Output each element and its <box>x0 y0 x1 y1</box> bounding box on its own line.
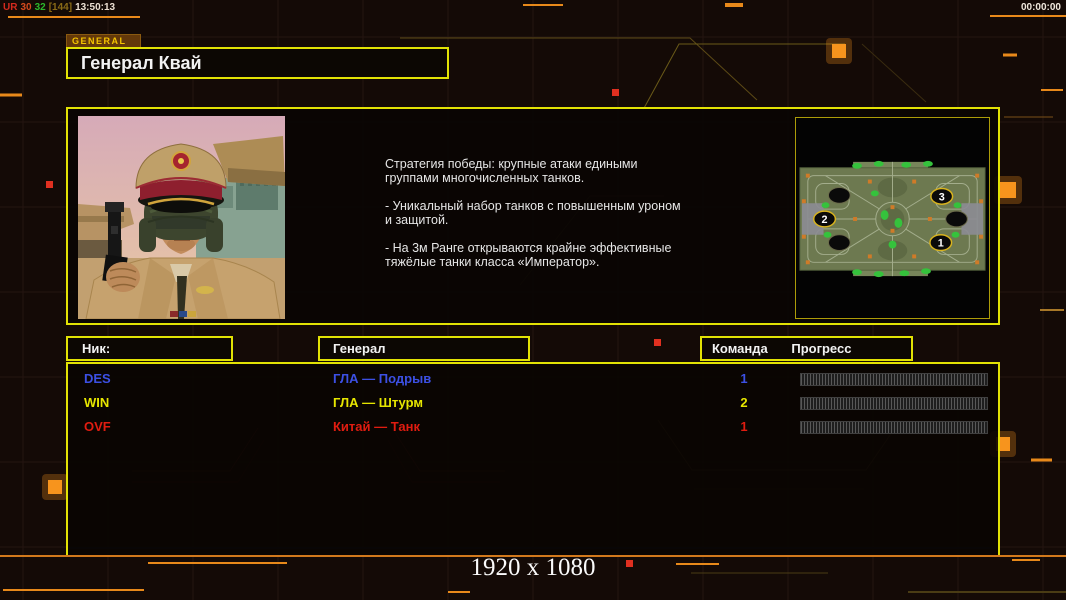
description-paragraph: - На 3м Ранге открываются крайне эффекти… <box>385 241 672 269</box>
minimap-panel: 2 3 1 <box>795 117 990 319</box>
general-header-label: Генерал <box>333 341 386 356</box>
players-panel: DES ГЛА — Подрыв 1 WIN ГЛА — Штурм 2 OVF… <box>66 362 1000 557</box>
debug-readout: UR 30 32 [144] 13:50:13 <box>3 2 118 13</box>
player-general: Китай — Танк <box>333 419 420 434</box>
player-row: DES ГЛА — Подрыв 1 <box>68 368 998 390</box>
player-nick: WIN <box>84 395 110 410</box>
player-row: WIN ГЛА — Штурм 2 <box>68 392 998 414</box>
debug-frame-counter: [144] <box>48 2 73 13</box>
description-paragraph: Стратегия победы: крупные атаки едиными … <box>385 157 638 185</box>
general-title-panel: Генерал Квай <box>66 47 449 79</box>
progress-bar <box>800 373 988 386</box>
column-header-general: Генерал <box>318 336 530 361</box>
start-position-3: 3 <box>939 191 945 203</box>
description-paragraph: - Уникальный набор танков с повышенным у… <box>385 199 681 227</box>
debug-tag: UR <box>3 2 18 13</box>
player-team: 1 <box>740 371 748 386</box>
general-portrait <box>78 116 285 319</box>
debug-value-1: 30 <box>20 2 32 13</box>
column-header-team-progress: Команда Прогресс <box>700 336 913 361</box>
progress-bar <box>800 421 988 434</box>
debug-value-2: 32 <box>34 2 46 13</box>
player-general: ГЛА — Штурм <box>333 395 423 410</box>
start-position-1: 1 <box>938 238 944 250</box>
nick-header-label: Ник: <box>82 341 111 356</box>
start-position-2: 2 <box>822 214 828 226</box>
column-header-nick: Ник: <box>66 336 233 361</box>
player-nick: OVF <box>84 419 111 434</box>
general-info-panel: Стратегия победы: крупные атаки едиными … <box>66 107 1000 325</box>
player-row: OVF Китай — Танк 1 <box>68 416 998 438</box>
general-description: Стратегия победы: крупные атаки едиными … <box>385 157 735 283</box>
team-header-label: Команда <box>712 341 768 356</box>
player-nick: DES <box>84 371 111 386</box>
minimap: 2 3 1 <box>796 118 989 318</box>
debug-clock: 13:50:13 <box>75 2 116 13</box>
loading-screen: UR 30 32 [144] 13:50:13 00:00:00 GENERAL Ген… <box>0 0 1066 600</box>
match-timer: 00:00:00 <box>1020 2 1061 13</box>
progress-header-label: Прогресс <box>791 341 852 356</box>
resolution-label: 1920 x 1080 <box>470 554 596 581</box>
player-team: 2 <box>740 395 748 410</box>
progress-bar <box>800 397 988 410</box>
general-name: Генерал Квай <box>81 53 202 73</box>
tab-general[interactable]: GENERAL <box>66 34 141 48</box>
player-team: 1 <box>740 419 748 434</box>
player-general: ГЛА — Подрыв <box>333 371 432 386</box>
